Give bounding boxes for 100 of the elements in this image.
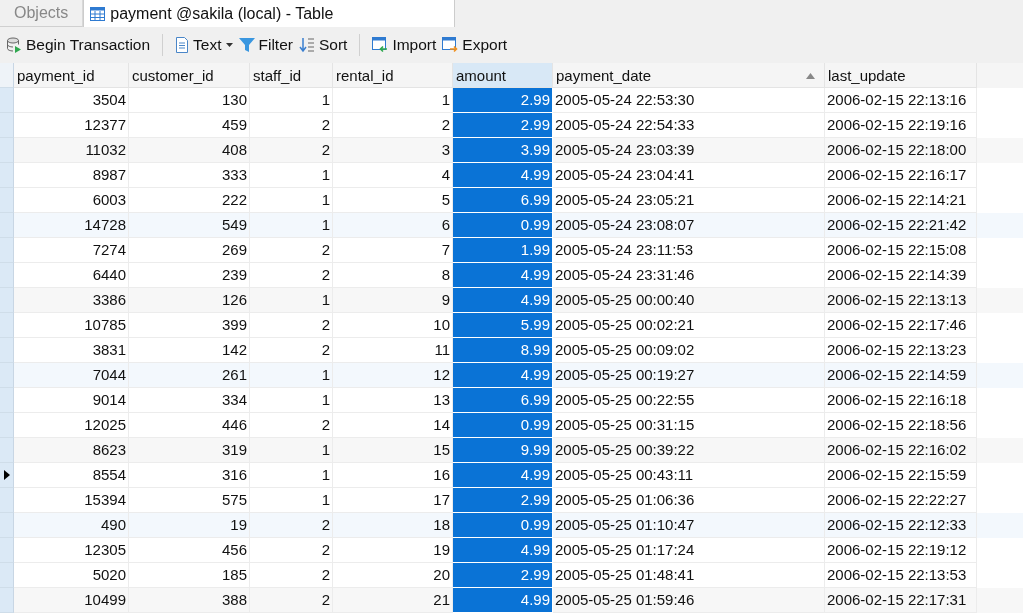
table-cell: 2006-02-15 22:16:02 <box>825 438 977 463</box>
table-cell: 8554 <box>14 463 129 488</box>
sort-icon <box>298 37 315 53</box>
table-cell: 10499 <box>14 588 129 613</box>
table-cell: 269 <box>129 238 250 263</box>
toolbar-button[interactable]: Text <box>173 34 235 56</box>
table-cell: 2006-02-15 22:19:12 <box>825 538 977 563</box>
row-header[interactable] <box>0 463 14 488</box>
database-icon <box>6 37 22 53</box>
column-header[interactable]: payment_id <box>14 63 129 88</box>
table-cell: 4.99 <box>453 263 553 288</box>
table-cell: 2006-02-15 22:15:59 <box>825 463 977 488</box>
table-cell: 4.99 <box>453 463 553 488</box>
table-cell: 1 <box>250 213 333 238</box>
table-cell: 130 <box>129 88 250 113</box>
table-cell: 6.99 <box>453 188 553 213</box>
toolbar-button[interactable]: Import <box>370 34 439 56</box>
table-cell: 2005-05-24 22:53:30 <box>553 88 825 113</box>
column-header[interactable]: staff_id <box>250 63 333 88</box>
table-cell: 7274 <box>14 238 129 263</box>
table-cell: 2005-05-24 23:11:53 <box>553 238 825 263</box>
table-cell: 2 <box>250 538 333 563</box>
table-cell: 1 <box>250 388 333 413</box>
table-cell: 261 <box>129 363 250 388</box>
table-cell: 2 <box>250 588 333 613</box>
table-cell: 333 <box>129 163 250 188</box>
table-cell: 408 <box>129 138 250 163</box>
table-cell: 3.99 <box>453 138 553 163</box>
table-cell: 1 <box>250 463 333 488</box>
table-cell: 2005-05-24 23:08:07 <box>553 213 825 238</box>
table-cell: 12305 <box>14 538 129 563</box>
table-cell: 2 <box>250 238 333 263</box>
table-cell: 2005-05-25 01:10:47 <box>553 513 825 538</box>
table-cell: 11032 <box>14 138 129 163</box>
toolbar-button[interactable]: Filter <box>236 34 295 56</box>
tab[interactable]: payment @sakila (local) - Table <box>83 0 456 27</box>
table-cell: 4.99 <box>453 288 553 313</box>
table-cell: 399 <box>129 313 250 338</box>
table-cell: 2005-05-25 01:17:24 <box>553 538 825 563</box>
table-cell: 2.99 <box>453 113 553 138</box>
import-icon <box>372 37 389 53</box>
table-cell: 4.99 <box>453 363 553 388</box>
table-cell: 9.99 <box>453 438 553 463</box>
table-cell: 2005-05-24 23:03:39 <box>553 138 825 163</box>
table-cell: 388 <box>129 588 250 613</box>
toolbar-button[interactable]: Export <box>440 34 510 56</box>
table-cell: 2.99 <box>453 488 553 513</box>
table-cell: 2006-02-15 22:16:18 <box>825 388 977 413</box>
table-cell: 4.99 <box>453 163 553 188</box>
table-cell: 2 <box>250 313 333 338</box>
table-cell: 2 <box>250 513 333 538</box>
table-cell: 8623 <box>14 438 129 463</box>
table-cell: 1 <box>250 288 333 313</box>
table-cell: 1 <box>250 438 333 463</box>
table-cell: 1 <box>250 88 333 113</box>
table-cell: 2005-05-25 00:22:55 <box>553 388 825 413</box>
filter-icon <box>238 37 255 53</box>
column-header[interactable]: amount <box>453 63 553 88</box>
table-cell: 0.99 <box>453 513 553 538</box>
table-cell: 126 <box>129 288 250 313</box>
table-cell: 2 <box>250 138 333 163</box>
table-cell: 0.99 <box>453 213 553 238</box>
table-cell: 3504 <box>14 88 129 113</box>
table-cell: 316 <box>129 463 250 488</box>
toolbar-button[interactable]: Sort <box>296 34 350 56</box>
table-cell: 2006-02-15 22:14:59 <box>825 363 977 388</box>
table-cell: 8.99 <box>453 338 553 363</box>
toolbar-button[interactable]: Begin Transaction <box>4 34 153 56</box>
table-cell: 1.99 <box>453 238 553 263</box>
table-cell: 2.99 <box>453 563 553 588</box>
table-cell: 2006-02-15 22:13:13 <box>825 288 977 313</box>
document-icon <box>175 37 190 53</box>
table-cell: 10785 <box>14 313 129 338</box>
table-cell: 19 <box>129 513 250 538</box>
table-cell: 2006-02-15 22:17:46 <box>825 313 977 338</box>
column-header[interactable]: payment_date <box>553 63 825 88</box>
table-cell: 2006-02-15 22:12:33 <box>825 513 977 538</box>
export-icon <box>442 37 459 53</box>
table-cell: 2005-05-25 00:39:22 <box>553 438 825 463</box>
table-cell: 2005-05-25 01:59:46 <box>553 588 825 613</box>
table-cell: 8987 <box>14 163 129 188</box>
table-cell: 456 <box>129 538 250 563</box>
table-cell: 2.99 <box>453 88 553 113</box>
table-cell: 319 <box>129 438 250 463</box>
table-cell: 334 <box>129 388 250 413</box>
column-header[interactable]: customer_id <box>129 63 250 88</box>
table-cell: 14728 <box>14 213 129 238</box>
table-cell: 2006-02-15 22:16:17 <box>825 163 977 188</box>
table-cell: 2005-05-25 00:00:40 <box>553 288 825 313</box>
table-cell: 2006-02-15 22:18:00 <box>825 138 977 163</box>
table-cell: 7044 <box>14 363 129 388</box>
table-cell: 1 <box>250 363 333 388</box>
table-cell: 0.99 <box>453 413 553 438</box>
column-header[interactable]: last_update <box>825 63 977 88</box>
table-cell: 3386 <box>14 288 129 313</box>
table-cell: 1 <box>250 163 333 188</box>
table-cell: 4.99 <box>453 588 553 613</box>
corner-cell[interactable] <box>0 63 14 88</box>
table-cell: 5.99 <box>453 313 553 338</box>
tab-label: Objects <box>14 4 69 22</box>
